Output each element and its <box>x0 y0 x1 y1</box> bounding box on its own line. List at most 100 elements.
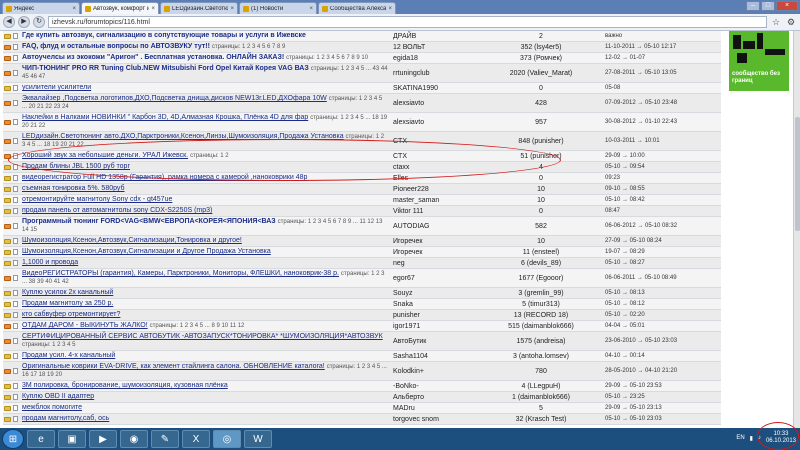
type-cell <box>11 275 20 281</box>
reload-button[interactable]: ↻ <box>33 16 45 28</box>
network-icon[interactable]: ▮ <box>750 435 753 442</box>
address-bar[interactable]: izhevsk.ru/forumtopics/116.html <box>48 16 767 28</box>
close-tab-icon[interactable]: × <box>388 6 392 12</box>
topic-author[interactable]: -BoNko- <box>390 383 480 390</box>
browser-tab[interactable]: Автозвук, комфорт и бе...× <box>81 2 159 14</box>
topic-link[interactable]: Куплю OBD II адаптер <box>22 393 94 400</box>
close-tab-icon[interactable]: × <box>72 6 76 12</box>
topic-author[interactable]: MADru <box>390 405 480 412</box>
browser-tab[interactable]: Яндекс × <box>2 2 80 14</box>
topic-link[interactable]: Шумоизоляция,Ксенон,Автозвук,Сигнализаци… <box>22 248 271 255</box>
topic-pages[interactable]: страницы: 1 2 3 4 5 6 7 8 9 <box>212 44 286 50</box>
status-cell <box>3 186 11 192</box>
minimize-button[interactable]: – <box>746 1 760 11</box>
close-tab-icon[interactable]: × <box>230 6 234 12</box>
topic-author[interactable]: Kolodkin+ <box>390 368 480 375</box>
topic-author[interactable]: Pioneer228 <box>390 186 480 193</box>
topic-author[interactable]: SKATINA1990 <box>390 85 480 92</box>
topic-link[interactable]: 1,1000 и провода <box>22 259 78 266</box>
topic-author[interactable]: AUTODIAG <box>390 223 480 230</box>
topic-link[interactable]: продам магнитолу,саб, ось <box>22 415 109 422</box>
close-tab-icon[interactable]: × <box>309 6 313 12</box>
topic-link[interactable]: отремонтируйте магнитолу Sony cdx - gt45… <box>22 196 172 203</box>
topic-date: 09:23 <box>605 175 621 181</box>
topic-author[interactable]: alexsiavto <box>390 119 480 126</box>
taskbar-app-word-icon[interactable]: W <box>244 430 272 448</box>
advert-banner[interactable]: сообщество без границ <box>729 31 789 91</box>
topic-type-icon <box>13 33 18 39</box>
topic-author[interactable]: АвтоБутик <box>390 338 480 345</box>
topic-author[interactable]: rrtuningclub <box>390 70 480 77</box>
topic-link[interactable]: Продам магнитолу за 250 р. <box>22 300 113 307</box>
status-cell <box>3 44 11 50</box>
topic-link[interactable]: съемная тонировка 5%. 580руб <box>22 185 125 192</box>
topic-link[interactable]: Куплю усилок 2х канальный <box>22 289 113 296</box>
topic-author[interactable]: 12 ВОЛЬТ <box>390 44 480 51</box>
topic-link[interactable]: усилители усилители <box>22 84 91 91</box>
browser-tab[interactable]: LEDдизайн.Светотюнинг...× <box>160 2 238 14</box>
topic-author[interactable]: Игоречек <box>390 249 480 256</box>
topic-author[interactable]: egida18 <box>390 55 480 62</box>
topic-link[interactable]: межблок помогите <box>22 404 82 411</box>
browser-tab[interactable]: (1) Новости × <box>239 2 317 14</box>
topic-replies: 3 (antoha.lomsev) <box>512 352 570 360</box>
topic-link[interactable]: Программный тюнинг FORD<VAG<BMW<ЕВРОПА<К… <box>22 218 276 225</box>
maximize-button[interactable]: □ <box>761 1 775 11</box>
browser-tab[interactable]: Сообщества Александр...× <box>318 2 396 14</box>
scrollbar-thumb[interactable] <box>795 117 800 231</box>
taskbar-app-ie-icon[interactable]: e <box>27 430 55 448</box>
topic-link[interactable]: кто сабвуфер отремонтирует? <box>22 311 120 318</box>
start-button[interactable]: ⊞ <box>2 429 24 449</box>
topic-author[interactable]: punisher <box>390 312 480 319</box>
topic-link[interactable]: продам панель от автомагнитолы sony CDX-… <box>22 207 212 214</box>
taskbar-app-chrome-icon[interactable]: ◎ <box>213 430 241 448</box>
topic-replies: 13 (RECORD 18) <box>513 311 569 319</box>
topic-author[interactable]: ДРАЙВ <box>390 33 480 40</box>
topic-link[interactable]: Продам усил. 4-х канальный <box>22 352 115 359</box>
type-cell <box>11 33 20 39</box>
topic-link[interactable]: ЧИП-ТЮНИНГ PRO RR Tuning Club.NEW Mitsub… <box>22 65 309 72</box>
topic-pages[interactable]: страницы: 1 2 3 4 5 6 7 8 9 10 <box>286 55 368 61</box>
topic-link[interactable]: Автоучелсы из экокожи "Аригон" . Бесплат… <box>22 54 284 61</box>
star-icon[interactable]: ☆ <box>770 16 782 28</box>
close-window-button[interactable]: × <box>776 1 798 11</box>
topic-author[interactable]: Sasha1104 <box>390 353 480 360</box>
topic-pages[interactable]: страницы: 1 2 3 4 5 <box>22 342 76 348</box>
folder-icon <box>3 323 11 329</box>
back-button[interactable]: ◀ <box>3 16 15 28</box>
topic-author[interactable]: Souyz <box>390 290 480 297</box>
topic-link[interactable]: Где купить автозвук, сигнализацию в сопу… <box>22 32 306 39</box>
topic-author[interactable]: torgovec snom <box>390 416 480 423</box>
taskbar-app-excel-icon[interactable]: X <box>182 430 210 448</box>
topic-link[interactable]: Эквалайзер ,Подсветка логотипов,ДХО,Подс… <box>22 95 327 102</box>
topic-link[interactable]: ОТДАМ ДАРОМ - ВЫКИНУТЬ ЖАЛКО! <box>22 322 148 329</box>
topic-author[interactable]: alexsiavto <box>390 100 480 107</box>
vertical-scrollbar[interactable] <box>793 31 800 428</box>
taskbar-app-explorer-icon[interactable]: ▣ <box>58 430 86 448</box>
taskbar-app-paint-icon[interactable]: ✎ <box>151 430 179 448</box>
topic-pages[interactable]: страницы: 1 2 3 4 5 ... 8 9 10 11 12 <box>150 323 245 329</box>
status-cell <box>3 416 11 422</box>
topic-author[interactable]: neg <box>390 260 480 267</box>
topic-author[interactable]: Snaka <box>390 301 480 308</box>
topic-author[interactable]: Игоречек <box>390 238 480 245</box>
language-indicator[interactable]: EN <box>736 435 744 441</box>
topic-link[interactable]: FAQ, флуд и остальные вопросы по АВТОЗВУ… <box>22 43 210 50</box>
topic-link[interactable]: Наклейки в Налками НОВИНКИ " Карбон 3D, … <box>22 114 308 121</box>
topic-link[interactable]: 3М полировка, бронирование, шумоизоляция… <box>22 382 228 389</box>
topic-author[interactable]: egor67 <box>390 275 480 282</box>
topic-link[interactable]: Шумоизоляция,Ксенон,Автозвук,Сигнализаци… <box>22 237 242 244</box>
topic-author[interactable]: Альберто <box>390 394 480 401</box>
forward-button[interactable]: ▶ <box>18 16 30 28</box>
topic-cell: Наклейки в Налками НОВИНКИ " Карбон 3D, … <box>20 113 390 131</box>
topic-link[interactable]: ВидеоРЕГИСТРАТОРЫ (гарантия), Камеры, Па… <box>22 270 339 277</box>
topic-link[interactable]: Оригинальные коврики EVA-DRIVE, как элем… <box>22 363 325 370</box>
topic-link[interactable]: СЕРТИФИЦИРОВАННЫЙ СЕРВИС АВТОБУТИК -АВТО… <box>22 333 383 340</box>
topic-author[interactable]: igor1971 <box>390 323 480 330</box>
taskbar-app-firefox-icon[interactable]: ◉ <box>120 430 148 448</box>
topic-author[interactable]: master_saman <box>390 197 480 204</box>
taskbar-app-media-icon[interactable]: ▶ <box>89 430 117 448</box>
close-tab-icon[interactable]: × <box>151 6 155 12</box>
wrench-icon[interactable]: ⚙ <box>785 16 797 28</box>
topic-author[interactable]: Viktor 111 <box>390 208 480 215</box>
